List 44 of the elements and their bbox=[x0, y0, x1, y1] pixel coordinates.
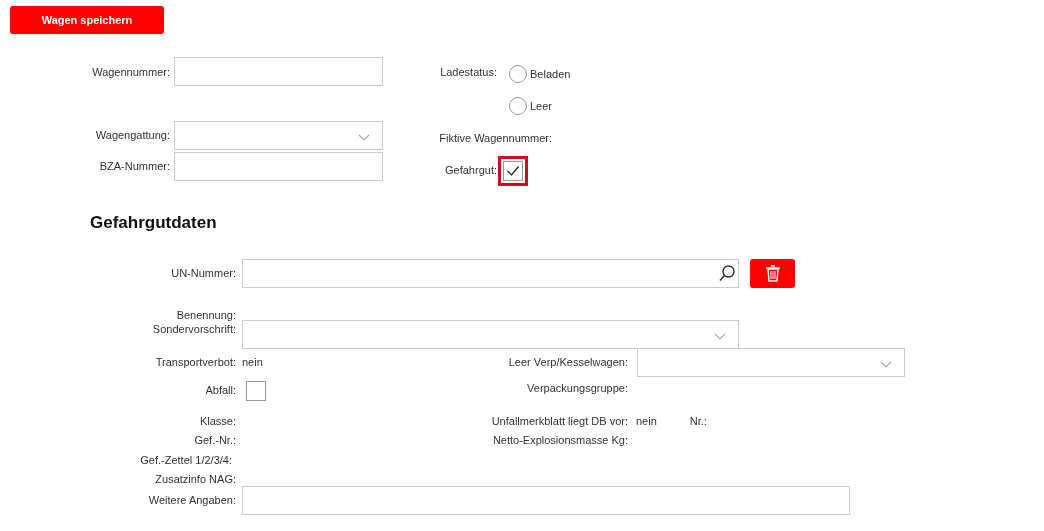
select-field[interactable] bbox=[637, 347, 905, 377]
field-label: Klasse: bbox=[199, 413, 236, 429]
trash-icon bbox=[765, 265, 780, 282]
search-icon bbox=[719, 265, 735, 282]
field-label: Weitere Angaben: bbox=[148, 492, 236, 508]
chevron-down-icon bbox=[714, 332, 726, 341]
checkmark-icon bbox=[506, 164, 520, 177]
select-field[interactable] bbox=[242, 319, 739, 349]
text-field[interactable] bbox=[242, 485, 850, 515]
search-field[interactable] bbox=[242, 259, 739, 288]
radio-button[interactable] bbox=[509, 65, 527, 83]
field-label: Ladestatus: bbox=[440, 65, 497, 80]
radio-label: Leer bbox=[530, 98, 553, 114]
field-label: Abfall: bbox=[205, 383, 236, 399]
field-label: Wagengattung: bbox=[95, 128, 170, 144]
field-label: Fiktive Wagennummer: bbox=[439, 131, 552, 146]
save-button[interactable]: Wagen speichern bbox=[10, 6, 164, 34]
field-value: nein bbox=[242, 354, 263, 370]
field-label: Transportverbot: bbox=[155, 354, 236, 370]
field-label: Benennung: bbox=[176, 308, 236, 323]
field-label: Unfallmerkblatt liegt DB vor: bbox=[491, 413, 628, 429]
field-label: Verpackungsgruppe: bbox=[527, 381, 628, 397]
chevron-down-icon bbox=[880, 360, 892, 369]
chevron-down-icon bbox=[358, 134, 370, 142]
text-field[interactable] bbox=[174, 57, 383, 86]
select-field[interactable] bbox=[174, 121, 383, 150]
section-title: Gefahrgutdaten bbox=[90, 211, 218, 234]
field-label: Gef.-Zettel 1/2/3/4: bbox=[140, 453, 232, 469]
radio-label: Beladen bbox=[530, 66, 571, 82]
field-label: Netto-Explosionsmasse Kg: bbox=[492, 433, 628, 449]
field-label: Gef.-Nr.: bbox=[194, 433, 236, 449]
field-label: Wagennummer: bbox=[92, 65, 170, 80]
field-label: UN-Nummer: bbox=[171, 266, 236, 282]
field-label: Leer Verp/Kesselwagen: bbox=[508, 354, 628, 370]
checkbox[interactable] bbox=[246, 380, 266, 401]
delete-button[interactable] bbox=[750, 259, 795, 288]
field-label: Sondervorschrift: bbox=[152, 321, 236, 337]
field-label: Gefahrgut: bbox=[445, 163, 497, 179]
field-value: nein bbox=[636, 413, 657, 429]
radio-button[interactable] bbox=[509, 97, 527, 115]
field-label: Nr.: bbox=[689, 413, 707, 429]
field-label: BZA-Nummer: bbox=[99, 159, 170, 175]
field-label: Zusatzinfo NAG: bbox=[155, 472, 236, 488]
text-field[interactable] bbox=[174, 152, 383, 181]
